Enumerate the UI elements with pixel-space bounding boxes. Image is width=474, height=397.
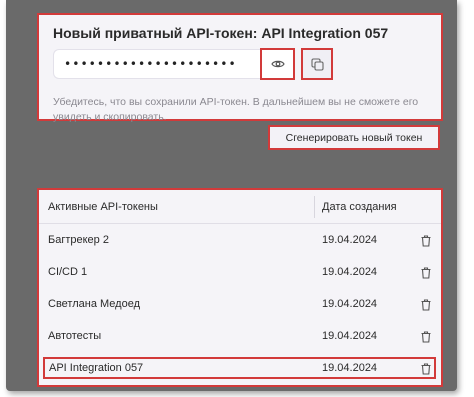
delete-token-button[interactable] — [419, 233, 433, 249]
trash-icon — [421, 235, 431, 247]
token-name: Автотесты — [48, 330, 102, 342]
token-date: 19.04.2024 — [322, 234, 378, 246]
new-token-title: Новый приватный API-токен: API Integrati… — [53, 25, 389, 41]
trash-icon — [421, 299, 431, 311]
delete-token-button[interactable] — [419, 297, 433, 313]
table-header: Активные API-токены Дата создания — [39, 190, 441, 224]
token-name: Светлана Медоед — [48, 298, 140, 310]
token-name: API Integration 057 — [49, 362, 144, 374]
column-header-date: Дата создания — [322, 201, 397, 213]
token-date: 19.04.2024 — [322, 330, 378, 342]
column-header-name: Активные API-токены — [48, 201, 158, 213]
token-date: 19.04.2024 — [322, 266, 378, 278]
copy-token-button[interactable] — [301, 48, 333, 80]
trash-icon — [421, 267, 431, 279]
trash-icon — [421, 363, 431, 375]
token-date: 19.04.2024 — [322, 298, 378, 310]
eye-icon — [270, 60, 285, 68]
delete-token-button[interactable] — [419, 361, 433, 377]
token-date: 19.04.2024 — [322, 362, 378, 374]
copy-icon — [310, 57, 324, 71]
generate-token-button[interactable]: Сгенерировать новый токен — [268, 125, 440, 150]
new-token-panel: Новый приватный API-токен: API Integrati… — [37, 13, 443, 123]
table-row-new-token: API Integration 057 19.04.2024 — [43, 357, 436, 379]
token-name: Багтрекер 2 — [48, 234, 109, 246]
table-row: Багтрекер 2 19.04.2024 — [39, 225, 441, 257]
token-value-field[interactable]: ••••••••••••••••••••• — [53, 49, 261, 79]
active-tokens-table: Активные API-токены Дата создания Багтре… — [37, 188, 443, 387]
show-token-button[interactable] — [260, 48, 295, 80]
token-name: CI/CD 1 — [48, 266, 88, 278]
table-row: Светлана Медоед 19.04.2024 — [39, 289, 441, 321]
token-save-hint: Убедитесь, что вы сохранили API-токен. В… — [53, 96, 419, 123]
table-row: Автотесты 19.04.2024 — [39, 321, 441, 353]
column-divider — [314, 196, 315, 218]
delete-token-button[interactable] — [419, 329, 433, 345]
table-row: CI/CD 1 19.04.2024 — [39, 257, 441, 289]
trash-icon — [421, 331, 431, 343]
delete-token-button[interactable] — [419, 265, 433, 281]
